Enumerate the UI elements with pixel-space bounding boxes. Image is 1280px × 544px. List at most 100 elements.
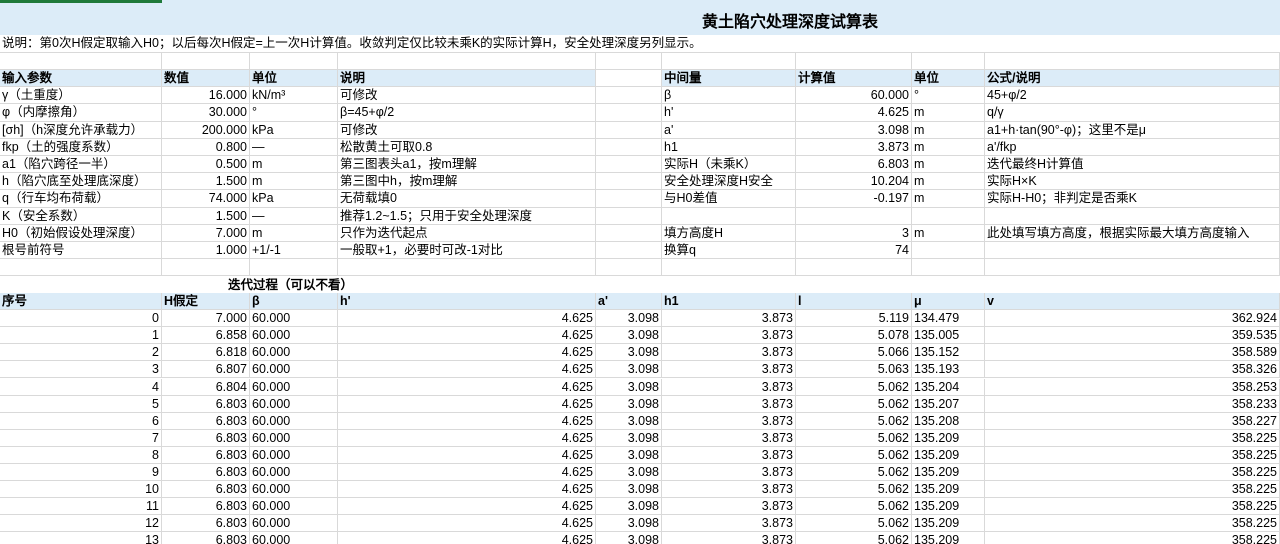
iter-cell[interactable]: 60.000 <box>250 395 338 413</box>
iter-cell[interactable]: 3.098 <box>596 464 662 482</box>
params-cell[interactable]: m <box>912 190 985 208</box>
iter-cell[interactable]: 3.098 <box>596 344 662 362</box>
params-cell[interactable]: 1.500 <box>162 173 250 191</box>
empty-cell[interactable] <box>338 259 596 276</box>
iter-cell[interactable]: 11 <box>0 498 162 516</box>
iter-cell[interactable]: 5.078 <box>796 327 912 345</box>
iter-cell[interactable]: 7 <box>0 429 162 447</box>
iter-cell[interactable]: 6.803 <box>162 395 250 413</box>
iter-cell[interactable]: 60.000 <box>250 378 338 396</box>
iter-cell[interactable]: 6.803 <box>162 532 250 544</box>
params-cell[interactable] <box>985 242 1280 260</box>
params-cell[interactable]: ° <box>912 87 985 105</box>
iter-cell[interactable]: 135.209 <box>912 446 985 464</box>
params-cell[interactable]: h（陷穴底至处理底深度） <box>0 173 162 191</box>
params-cell[interactable]: a1+h·tan(90°-φ)；这里不是μ <box>985 121 1280 139</box>
params-cell[interactable]: m <box>912 156 985 174</box>
params-header-cell[interactable]: 数值 <box>162 70 250 88</box>
iter-cell[interactable]: 5.062 <box>796 532 912 544</box>
params-cell[interactable]: — <box>250 207 338 225</box>
params-cell[interactable]: a' <box>662 121 796 139</box>
iter-cell[interactable]: 135.005 <box>912 327 985 345</box>
iter-cell[interactable]: 5.062 <box>796 412 912 430</box>
iter-cell[interactable]: 135.209 <box>912 429 985 447</box>
iter-cell[interactable]: 6.807 <box>162 361 250 379</box>
iter-cell[interactable]: 4.625 <box>338 532 596 544</box>
params-cell[interactable] <box>596 121 662 139</box>
params-cell[interactable]: m <box>250 224 338 242</box>
params-cell[interactable]: 3.098 <box>796 121 912 139</box>
iter-cell[interactable]: 3.098 <box>596 395 662 413</box>
params-cell[interactable] <box>985 207 1280 225</box>
params-cell[interactable]: — <box>250 138 338 156</box>
params-cell[interactable]: h1 <box>662 138 796 156</box>
iter-cell[interactable]: 6.804 <box>162 378 250 396</box>
params-cell[interactable] <box>596 224 662 242</box>
iter-cell[interactable]: 3.873 <box>662 361 796 379</box>
params-header-cell[interactable]: 计算值 <box>796 70 912 88</box>
params-cell[interactable]: K（安全系数） <box>0 207 162 225</box>
iter-cell[interactable]: 4.625 <box>338 412 596 430</box>
iter-cell[interactable]: 6.803 <box>162 446 250 464</box>
iter-cell[interactable]: 135.208 <box>912 412 985 430</box>
iter-header-cell[interactable]: μ <box>912 293 985 311</box>
iter-cell[interactable]: 3.873 <box>662 532 796 544</box>
iter-cell[interactable]: 135.193 <box>912 361 985 379</box>
params-cell[interactable]: m <box>912 173 985 191</box>
iter-cell[interactable]: 4.625 <box>338 481 596 499</box>
empty-cell[interactable] <box>985 259 1280 276</box>
iter-cell[interactable]: 6.803 <box>162 412 250 430</box>
params-cell[interactable]: 16.000 <box>162 87 250 105</box>
params-cell[interactable]: 迭代最终H计算值 <box>985 156 1280 174</box>
iter-cell[interactable]: 5.063 <box>796 361 912 379</box>
iter-cell[interactable]: 358.225 <box>985 498 1280 516</box>
params-cell[interactable]: 第三图表头a1，按m理解 <box>338 156 596 174</box>
iter-cell[interactable]: 3.873 <box>662 378 796 396</box>
params-cell[interactable]: a'/fkp <box>985 138 1280 156</box>
params-cell[interactable]: m <box>250 173 338 191</box>
params-cell[interactable]: 3.873 <box>796 138 912 156</box>
iter-cell[interactable]: 358.225 <box>985 429 1280 447</box>
params-cell[interactable]: 45+φ/2 <box>985 87 1280 105</box>
params-cell[interactable]: m <box>250 156 338 174</box>
iter-cell[interactable]: 6 <box>0 412 162 430</box>
iter-cell[interactable]: 135.209 <box>912 498 985 516</box>
params-header-cell[interactable]: 单位 <box>912 70 985 88</box>
params-cell[interactable]: m <box>912 121 985 139</box>
iter-cell[interactable]: 4.625 <box>338 327 596 345</box>
iter-cell[interactable]: 3.098 <box>596 498 662 516</box>
params-cell[interactable]: 可修改 <box>338 87 596 105</box>
iter-cell[interactable]: 4.625 <box>338 464 596 482</box>
iter-cell[interactable]: 8 <box>0 446 162 464</box>
params-cell[interactable]: 实际H-H0；非判定是否乘K <box>985 190 1280 208</box>
iter-cell[interactable]: 135.209 <box>912 481 985 499</box>
params-cell[interactable]: φ（内摩擦角） <box>0 104 162 122</box>
params-cell[interactable]: 无荷载填0 <box>338 190 596 208</box>
params-cell[interactable] <box>912 207 985 225</box>
iter-cell[interactable]: 4.625 <box>338 378 596 396</box>
params-cell[interactable] <box>596 242 662 260</box>
params-header-cell[interactable]: 中间量 <box>662 70 796 88</box>
iter-header-cell[interactable]: v <box>985 293 1280 311</box>
iter-cell[interactable]: 60.000 <box>250 344 338 362</box>
iter-cell[interactable]: 358.589 <box>985 344 1280 362</box>
params-cell[interactable] <box>596 156 662 174</box>
iter-cell[interactable]: 1 <box>0 327 162 345</box>
iter-cell[interactable]: 3.873 <box>662 446 796 464</box>
empty-cell[interactable] <box>0 259 162 276</box>
params-cell[interactable]: γ（土重度） <box>0 87 162 105</box>
params-cell[interactable]: fkp（土的强度系数） <box>0 138 162 156</box>
iter-cell[interactable]: 4.625 <box>338 344 596 362</box>
iter-cell[interactable]: 3.873 <box>662 429 796 447</box>
iter-cell[interactable]: 358.225 <box>985 481 1280 499</box>
params-cell[interactable]: 0.500 <box>162 156 250 174</box>
params-cell[interactable]: 与H0差值 <box>662 190 796 208</box>
params-cell[interactable]: H0（初始假设处理深度） <box>0 224 162 242</box>
iter-cell[interactable]: 3.873 <box>662 412 796 430</box>
iter-cell[interactable]: 60.000 <box>250 361 338 379</box>
iter-cell[interactable]: 358.225 <box>985 464 1280 482</box>
iter-cell[interactable]: 60.000 <box>250 498 338 516</box>
iter-cell[interactable]: 3.098 <box>596 412 662 430</box>
params-cell[interactable]: kPa <box>250 190 338 208</box>
iter-cell[interactable]: 3.873 <box>662 327 796 345</box>
